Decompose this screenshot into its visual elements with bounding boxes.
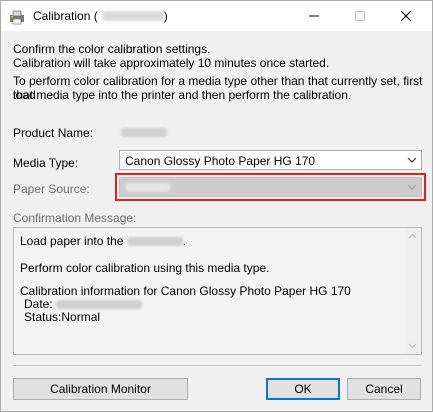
message-status-label: Status:	[24, 310, 62, 324]
message-line-1-suffix: .	[182, 234, 187, 248]
media-type-label: Media Type:	[13, 156, 79, 170]
confirmation-message-label: Confirmation Message:	[13, 211, 137, 225]
separator	[13, 365, 422, 366]
message-status-value: Normal	[61, 310, 101, 324]
minimize-icon	[309, 15, 319, 17]
media-type-value: Canon Glossy Photo Paper HG 170	[125, 154, 316, 168]
intro-line-1: Confirm the color calibration settings.	[13, 42, 211, 56]
message-line-1-prefix: Load paper into the	[20, 234, 124, 248]
scroll-down-icon[interactable]	[408, 343, 417, 349]
product-name-value-redacted	[121, 128, 167, 137]
title-paren-close: )	[163, 9, 168, 23]
maximize-button	[337, 1, 383, 31]
chevron-down-icon	[407, 157, 417, 163]
message-line-1: Load paper into the .	[20, 234, 186, 248]
intro-line-4: that media type into the printer and the…	[13, 88, 352, 102]
title-paren-open: (	[93, 9, 98, 23]
confirmation-message-box[interactable]: Load paper into the . Perform color cali…	[13, 227, 422, 355]
message-scrollbar[interactable]	[405, 228, 421, 354]
message-status-row: Status:Normal	[24, 310, 100, 324]
message-date-label: Date:	[24, 297, 53, 311]
media-type-select[interactable]: Canon Glossy Photo Paper HG 170	[119, 150, 422, 170]
paper-source-label: Paper Source:	[13, 182, 90, 196]
window-title: Calibration ()	[33, 9, 168, 23]
cancel-button[interactable]: Cancel	[347, 378, 421, 400]
paper-source-redacted	[126, 237, 183, 246]
calibration-dialog: Calibration () Confirm the color calibra…	[0, 0, 433, 412]
calibration-monitor-button[interactable]: Calibration Monitor	[13, 378, 188, 400]
redacted-model-name	[101, 11, 164, 21]
printer-app-icon	[10, 10, 24, 25]
close-icon	[401, 11, 411, 21]
message-date-row: Date:	[24, 297, 143, 311]
window-title-label: Calibration	[33, 9, 91, 23]
close-button[interactable]	[383, 1, 429, 31]
message-line-2: Perform color calibration using this med…	[20, 261, 270, 275]
highlight-box	[115, 173, 426, 201]
title-bar: Calibration ()	[1, 1, 432, 31]
message-line-3: Calibration information for Canon Glossy…	[20, 284, 351, 298]
intro-line-2: Calibration will take approximately 10 m…	[13, 56, 330, 70]
ok-button[interactable]: OK	[266, 378, 340, 400]
maximize-icon	[355, 11, 365, 21]
scroll-up-icon[interactable]	[408, 233, 417, 239]
message-date-redacted	[56, 300, 143, 309]
product-name-label: Product Name:	[13, 126, 94, 140]
minimize-button[interactable]	[291, 1, 337, 31]
